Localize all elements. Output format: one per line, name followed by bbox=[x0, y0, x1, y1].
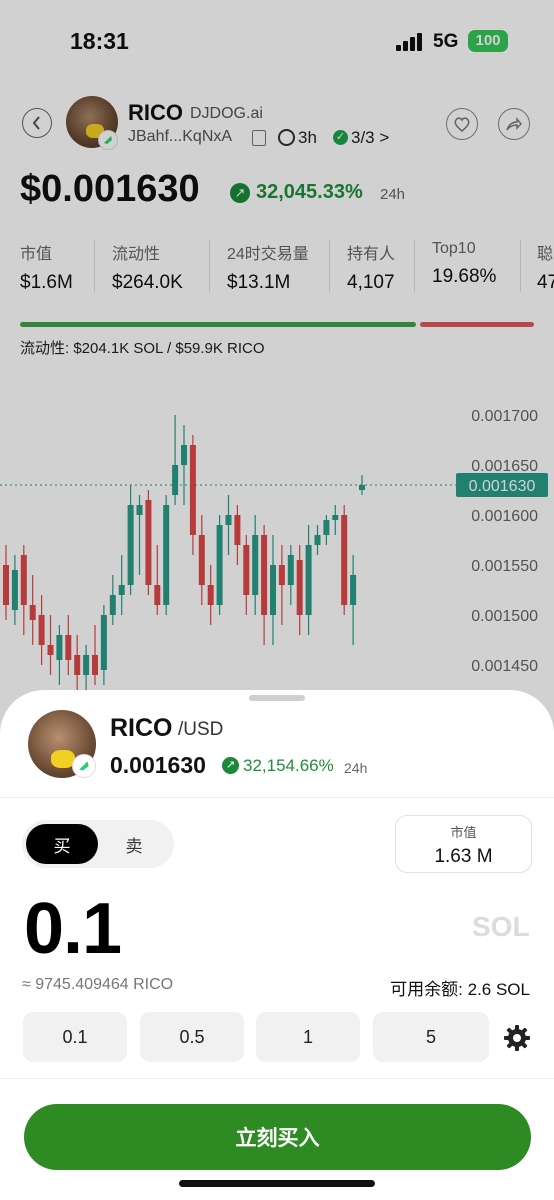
quick-amount-button[interactable]: 0.1 bbox=[23, 1012, 127, 1062]
buy-now-button[interactable]: 立刻买入 bbox=[24, 1104, 531, 1170]
buy-sell-toggle: 买 卖 bbox=[22, 820, 174, 868]
amount-input[interactable]: 0.1 bbox=[24, 888, 122, 970]
sheet-token-symbol: RICO bbox=[110, 714, 173, 742]
estimated-receive: ≈ 9745.409464 RICO bbox=[22, 976, 174, 993]
sheet-quote-pair: /USD bbox=[178, 719, 224, 740]
launchpad-badge-icon bbox=[72, 754, 96, 778]
market-cap-label: 市值 bbox=[450, 825, 477, 840]
amount-unit: SOL bbox=[472, 911, 530, 942]
sheet-change-period: 24h bbox=[344, 760, 368, 776]
sheet-price-change: 32,154.66% bbox=[243, 756, 334, 775]
quick-amount-button[interactable]: 5 bbox=[373, 1012, 489, 1062]
divider bbox=[0, 797, 554, 798]
home-indicator[interactable] bbox=[179, 1180, 375, 1187]
trade-sheet: RICO /USD 0.001630 ↗ 32,154.66% 24h 买 卖 … bbox=[0, 690, 554, 1200]
available-balance: 可用余额: 2.6 SOL bbox=[390, 980, 530, 999]
market-cap-value: 1.63 M bbox=[434, 846, 493, 867]
tab-buy[interactable]: 买 bbox=[26, 824, 98, 864]
sheet-grabber[interactable] bbox=[249, 695, 305, 701]
sheet-token-price: 0.001630 bbox=[110, 752, 206, 778]
quick-amount-button[interactable]: 0.5 bbox=[140, 1012, 244, 1062]
trend-up-icon: ↗ bbox=[222, 757, 239, 774]
divider bbox=[0, 1078, 554, 1079]
market-cap-box[interactable]: 市值 1.63 M bbox=[395, 815, 532, 873]
gear-icon[interactable] bbox=[503, 1024, 531, 1052]
quick-amount-button[interactable]: 1 bbox=[256, 1012, 360, 1062]
tab-sell[interactable]: 卖 bbox=[98, 824, 170, 864]
